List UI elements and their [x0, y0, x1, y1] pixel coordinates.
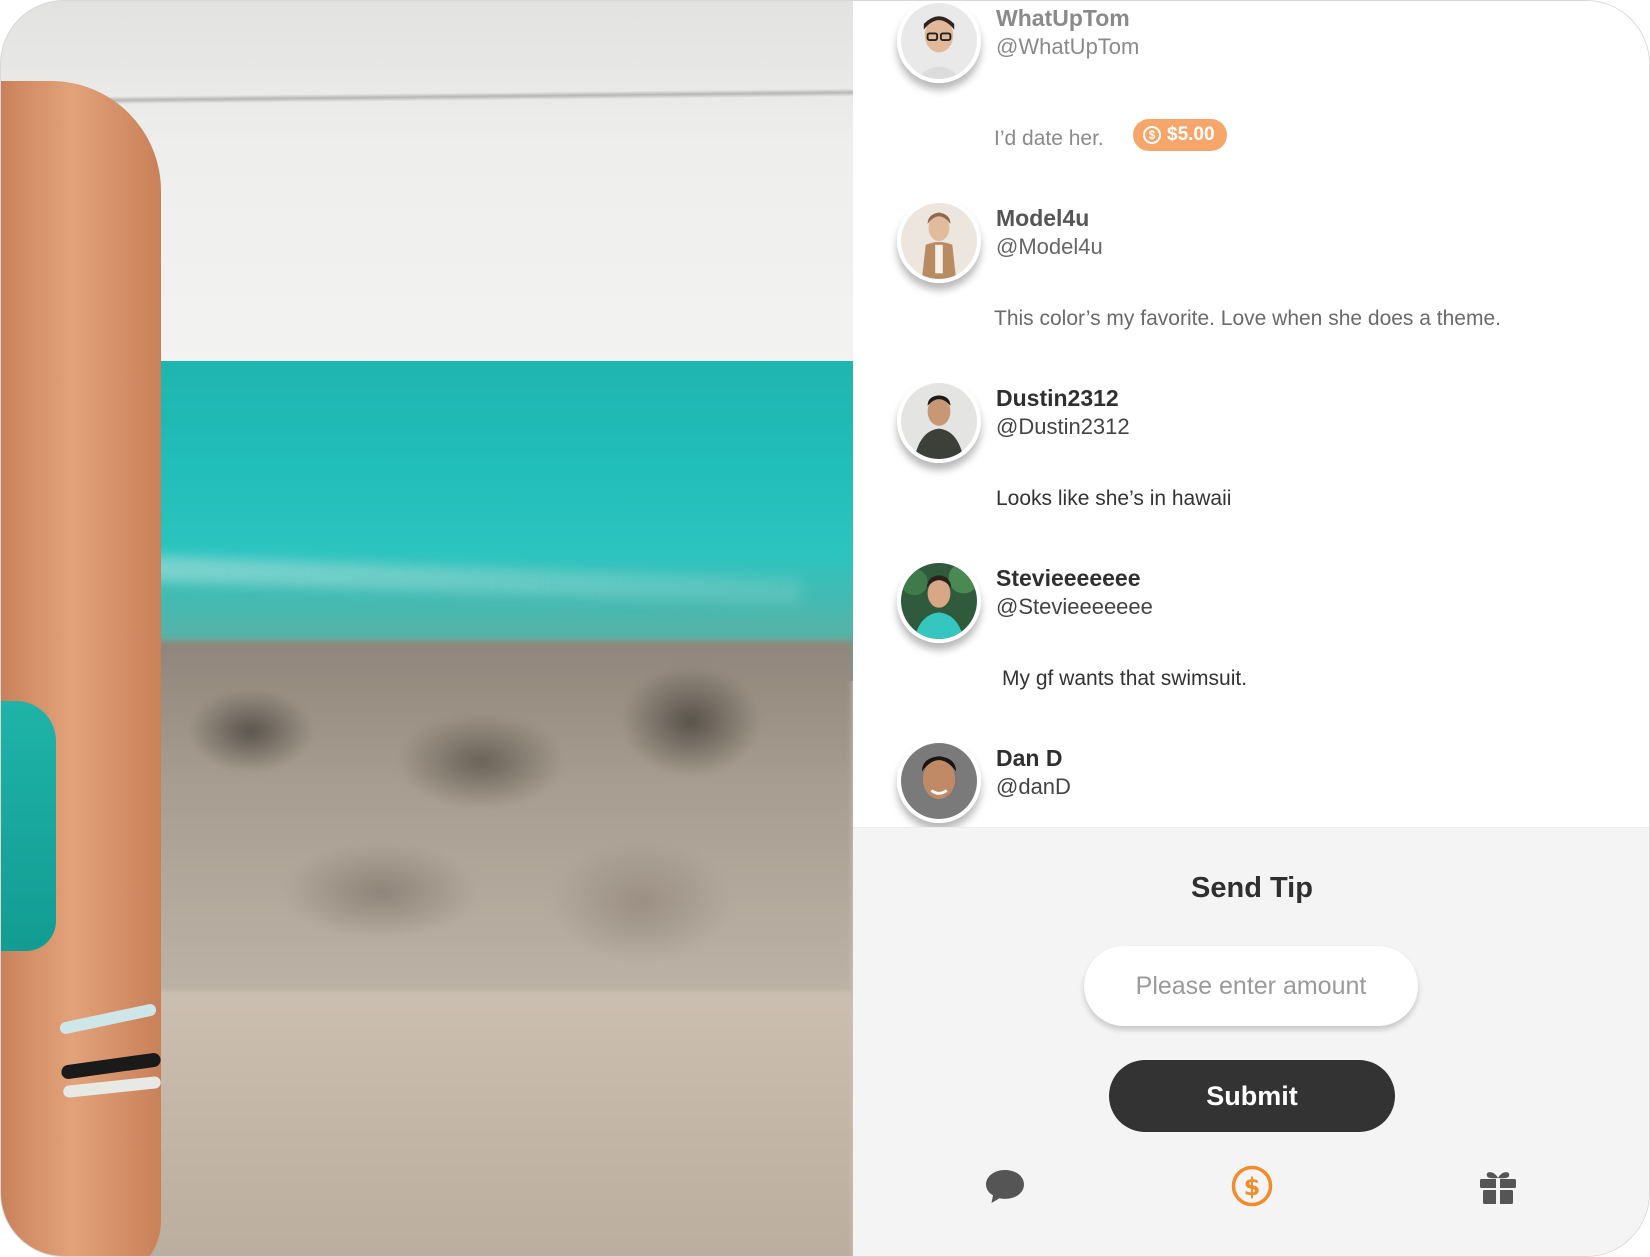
comment-list[interactable]: WhatUpTom @WhatUpTom I’d date her. $ $5.… [853, 1, 1649, 827]
avatar-model4u [901, 203, 977, 279]
comment-username[interactable]: Model4u [996, 205, 1089, 232]
comment-text: My gf wants that swimsuit. [1002, 667, 1248, 690]
app-frame: WhatUpTom @WhatUpTom I’d date her. $ $5.… [0, 0, 1650, 1257]
avatar-stevie [901, 563, 977, 639]
avatar[interactable] [897, 379, 981, 463]
comment-handle: @Dustin2312 [996, 414, 1130, 439]
gift-icon[interactable] [1476, 1164, 1520, 1208]
comment-text: This color’s my favorite. Love when she … [994, 307, 1501, 330]
svg-text:$: $ [1244, 1173, 1261, 1201]
comment-username[interactable]: Dan D [996, 745, 1062, 772]
avatar-whatuptom [901, 3, 977, 79]
comment-text: I’d date her. [994, 127, 1104, 150]
photo-swimsuit [1, 701, 56, 951]
send-tip-panel: Send Tip Submit $ [853, 827, 1649, 1256]
comment-username[interactable]: Stevieeeeeee [996, 565, 1141, 592]
post-photo [1, 1, 853, 1256]
avatar-dan-d [901, 743, 977, 819]
comment-text: Looks like she’s in hawaii [996, 487, 1232, 510]
comment-username[interactable]: Dustin2312 [996, 385, 1119, 412]
comment-handle: @Model4u [996, 234, 1103, 259]
tip-amount: $5.00 [1167, 124, 1215, 145]
dollar-coin-icon: $ [1143, 126, 1161, 144]
comment-handle: @Stevieeeeeee [996, 594, 1153, 619]
dollar-coin-icon[interactable]: $ [1230, 1164, 1274, 1208]
avatar[interactable] [897, 199, 981, 283]
comments-panel: WhatUpTom @WhatUpTom I’d date her. $ $5.… [853, 1, 1649, 1256]
tip-badge: $ $5.00 [1133, 119, 1227, 151]
tip-amount-input[interactable] [1084, 946, 1418, 1026]
avatar[interactable] [897, 739, 981, 823]
chat-bubble-icon[interactable] [983, 1164, 1027, 1208]
comment-handle: @danD [996, 774, 1071, 799]
comment-handle: @WhatUpTom [996, 34, 1140, 59]
avatar-dustin2312 [901, 383, 977, 459]
comment-username[interactable]: WhatUpTom [996, 5, 1130, 32]
avatar[interactable] [897, 559, 981, 643]
avatar[interactable] [897, 1, 981, 83]
send-tip-title: Send Tip [1191, 872, 1313, 904]
submit-button[interactable]: Submit [1109, 1060, 1395, 1132]
